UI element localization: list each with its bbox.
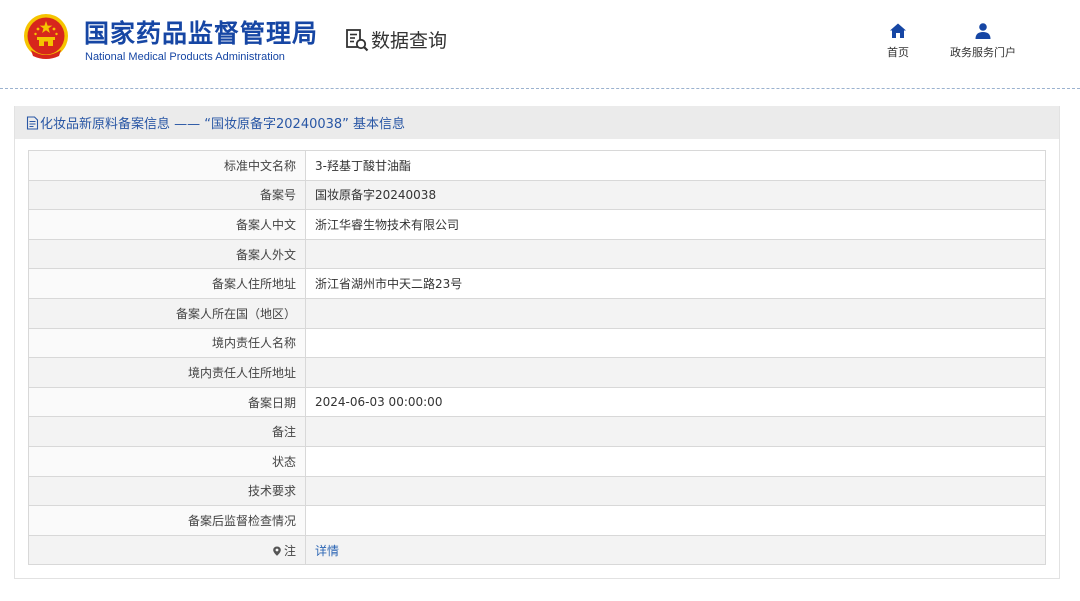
data-query-heading: 数据查询 [345, 26, 447, 53]
note-label: 注 [283, 543, 296, 558]
field-label: 备注 [28, 416, 306, 447]
site-header: 国家药品监督管理局 National Medical Products Admi… [0, 0, 1080, 90]
field-label: 备案人中文 [28, 209, 306, 240]
field-label: 备案人外文 [28, 238, 306, 270]
field-value [305, 475, 1046, 507]
table-row: 注 详情 [28, 534, 1046, 566]
field-value: 3-羟基丁酸甘油酯 [305, 150, 1046, 181]
nav-service-portal[interactable]: 政务服务门户 [950, 22, 1016, 60]
document-search-icon [346, 28, 369, 51]
home-icon [890, 23, 906, 38]
field-value [305, 238, 1046, 270]
table-row: 备案后监督检查情况 [28, 505, 1046, 536]
field-value: 详情 [305, 534, 1046, 566]
field-value [305, 357, 1046, 388]
site-title: 国家药品监督管理局 [84, 19, 319, 48]
nav-home[interactable]: 首页 [887, 22, 909, 60]
table-row: 标准中文名称 3-羟基丁酸甘油酯 [28, 150, 1046, 181]
record-info-table: 标准中文名称 3-羟基丁酸甘油酯 备案号 国妆原备字20240038 备案人中文… [28, 150, 1046, 566]
field-label: 技术要求 [28, 475, 306, 507]
field-value [305, 327, 1046, 359]
panel-title: 化妆品新原料备案信息 —— “国妆原备字20240038” 基本信息 [40, 117, 406, 132]
document-icon [26, 115, 39, 130]
table-row: 备案人中文 浙江华睿生物技术有限公司 [28, 209, 1046, 240]
panel-title-bar: 化妆品新原料备案信息 —— “国妆原备字20240038” 基本信息 [15, 106, 1059, 139]
table-row: 境内责任人名称 [28, 327, 1046, 359]
field-value [305, 445, 1046, 477]
table-row: 备注 [28, 416, 1046, 447]
location-pin-icon [273, 546, 281, 556]
nav-portal-label: 政务服务门户 [950, 46, 1016, 59]
details-link[interactable]: 详情 [315, 544, 339, 558]
field-label: 备案人所在国（地区） [28, 297, 306, 329]
field-label: 备案后监督检查情况 [28, 505, 306, 536]
table-row: 状态 [28, 445, 1046, 477]
table-row: 境内责任人住所地址 [28, 357, 1046, 388]
national-emblem-icon [24, 14, 68, 59]
field-value [305, 505, 1046, 536]
field-label: 备案号 [28, 179, 306, 211]
data-query-label: 数据查询 [371, 30, 448, 52]
field-value [305, 416, 1046, 447]
field-label: 境内责任人住所地址 [28, 357, 306, 388]
table-row: 备案日期 2024-06-03 00:00:00 [28, 386, 1046, 418]
record-panel: 化妆品新原料备案信息 —— “国妆原备字20240038” 基本信息 标准中文名… [14, 106, 1060, 579]
field-value: 2024-06-03 00:00:00 [305, 386, 1046, 418]
table-row: 技术要求 [28, 475, 1046, 507]
table-row: 备案人外文 [28, 238, 1046, 270]
field-value: 浙江省湖州市中天二路23号 [305, 268, 1046, 299]
table-row: 备案人住所地址 浙江省湖州市中天二路23号 [28, 268, 1046, 299]
nav-home-label: 首页 [887, 46, 909, 59]
field-value [305, 297, 1046, 329]
user-icon [975, 23, 991, 39]
field-label-note: 注 [28, 534, 306, 566]
field-label: 标准中文名称 [28, 150, 306, 181]
table-row: 备案人所在国（地区） [28, 297, 1046, 329]
field-label: 境内责任人名称 [28, 327, 306, 359]
field-label: 备案人住所地址 [28, 268, 306, 299]
field-label: 备案日期 [28, 386, 306, 418]
table-row: 备案号 国妆原备字20240038 [28, 179, 1046, 211]
field-value: 国妆原备字20240038 [305, 179, 1046, 211]
header-divider [0, 88, 1080, 89]
field-label: 状态 [28, 445, 306, 477]
site-subtitle: National Medical Products Administration [85, 51, 285, 63]
field-value: 浙江华睿生物技术有限公司 [305, 209, 1046, 240]
